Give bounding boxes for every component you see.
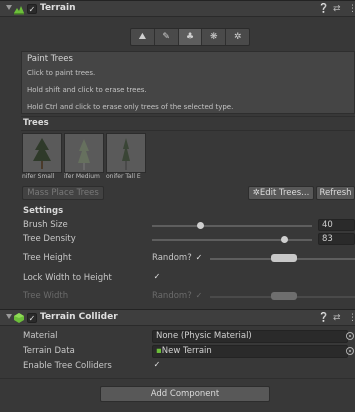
tree-width-minmax-thumb[interactable] — [271, 292, 297, 300]
terrain-data-value: New Terrain — [161, 346, 212, 356]
tree-thumbnail[interactable] — [106, 133, 146, 173]
settings-heading: Settings — [23, 206, 64, 216]
terrain-collider-header[interactable]: ✓ Terrain Collider ❔ ⇄ ⋮ — [0, 309, 355, 326]
help-line: Click to paint trees. — [27, 69, 96, 77]
paint-trees-icon[interactable]: ♣ — [178, 29, 203, 45]
tree-width-random-checkbox[interactable]: ✓ — [194, 291, 204, 301]
lock-width-label: Lock Width to Height — [23, 273, 112, 283]
context-menu-icon[interactable]: ⋮ — [348, 4, 355, 14]
terrain-collider-icon — [14, 313, 24, 326]
mass-place-trees-button[interactable]: Mass Place Trees — [22, 186, 104, 200]
foldout-arrow-icon[interactable] — [6, 314, 12, 319]
tree-density-slider-thumb[interactable] — [281, 236, 289, 243]
brush-size-field[interactable]: 40 — [318, 219, 355, 231]
terrain-icon — [13, 3, 25, 18]
raise-lower-icon[interactable]: ⛰ — [131, 29, 155, 45]
presets-icon[interactable]: ⇄ — [333, 4, 341, 14]
paint-trees-help-box: Paint Trees Click to paint trees. Hold s… — [21, 51, 355, 114]
tree-label: ifer Medium — [64, 173, 100, 180]
edit-trees-label: Edit Trees... — [259, 188, 310, 198]
terrain-tool-toolbar: ⛰ ✎ ♣ ❋ ✲ — [130, 28, 250, 46]
terrain-data-field[interactable]: ▪New Terrain — [152, 345, 348, 358]
enable-tree-colliders-checkbox[interactable]: ✓ — [152, 360, 162, 370]
help-icon[interactable]: ❔ — [318, 4, 329, 14]
help-line: Hold Ctrl and click to erase only trees … — [27, 103, 234, 111]
material-field[interactable]: None (Physic Material) — [152, 330, 348, 343]
brush-size-label: Brush Size — [23, 220, 68, 230]
tree-height-minmax-thumb[interactable] — [271, 254, 297, 262]
collider-enabled-checkbox[interactable]: ✓ — [27, 313, 37, 323]
tree-thumbnail[interactable] — [64, 133, 104, 173]
settings-gear-icon[interactable]: ✲ — [226, 29, 249, 45]
terrain-component-header[interactable]: ✓ Terrain ❔ ⇄ ⋮ — [0, 0, 355, 17]
terrain-title: Terrain — [40, 3, 76, 13]
conifer-tree-icon — [78, 139, 90, 170]
brush-size-slider-thumb[interactable] — [196, 222, 204, 229]
object-picker-icon[interactable] — [346, 332, 354, 340]
tree-label: onifer Tall E — [106, 173, 141, 180]
object-picker-icon[interactable] — [346, 347, 354, 355]
tree-density-field[interactable]: 83 — [318, 233, 355, 245]
gear-icon: ✲ — [252, 188, 260, 198]
collider-title: Terrain Collider — [40, 312, 118, 322]
conifer-tree-icon — [122, 138, 130, 170]
terrain-data-label: Terrain Data — [23, 346, 75, 356]
divider — [0, 378, 355, 379]
trees-heading: Trees — [23, 118, 49, 128]
tree-density-label: Tree Density — [23, 234, 76, 244]
enable-tree-colliders-label: Enable Tree Colliders — [23, 361, 112, 371]
lock-width-checkbox[interactable]: ✓ — [152, 272, 162, 282]
add-component-button[interactable]: Add Component — [100, 386, 270, 402]
foldout-arrow-icon[interactable] — [6, 5, 12, 10]
terrain-enabled-checkbox[interactable]: ✓ — [27, 4, 37, 14]
tree-height-label: Tree Height — [23, 253, 72, 263]
tree-thumbnail[interactable] — [22, 133, 62, 173]
conifer-tree-icon — [33, 138, 51, 169]
divider — [21, 130, 355, 131]
help-line: Hold shift and click to erase trees. — [27, 86, 147, 94]
divider — [21, 116, 355, 117]
edit-trees-button[interactable]: ✲Edit Trees... — [248, 186, 314, 200]
brush-size-slider-track[interactable] — [152, 225, 312, 227]
tree-label: nifer Small — [22, 173, 55, 180]
help-icon[interactable]: ❔ — [318, 313, 329, 323]
tree-height-random-checkbox[interactable]: ✓ — [194, 253, 204, 263]
paint-brush-icon[interactable]: ✎ — [155, 29, 179, 45]
help-title: Paint Trees — [27, 54, 73, 64]
context-menu-icon[interactable]: ⋮ — [348, 313, 355, 323]
tree-width-label: Tree Width — [23, 291, 69, 301]
tree-height-random-label: Random? — [152, 253, 192, 263]
paint-details-icon[interactable]: ❋ — [202, 29, 227, 45]
refresh-button[interactable]: Refresh — [316, 186, 355, 200]
presets-icon[interactable]: ⇄ — [333, 313, 341, 323]
material-label: Material — [23, 331, 58, 341]
tree-width-random-label: Random? — [152, 291, 192, 301]
